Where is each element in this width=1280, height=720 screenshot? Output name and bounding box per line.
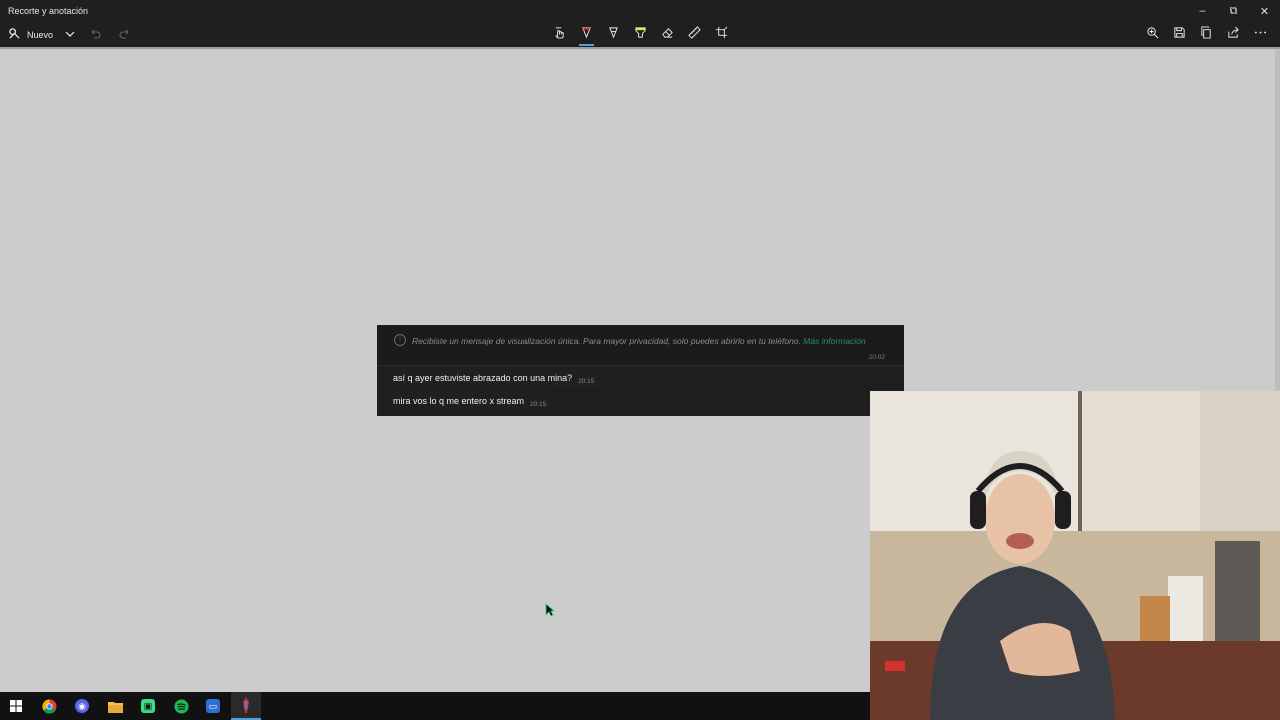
touch-writing-button[interactable] [546, 22, 573, 47]
toolbar: Nuevo [0, 22, 1280, 47]
crop-button[interactable] [708, 22, 735, 47]
info-icon: i [394, 334, 406, 346]
taskbar-android-app[interactable]: ▣ [133, 692, 163, 720]
title-bar: Recorte y anotación – ⧉ ✕ [0, 0, 1280, 22]
message-text: así q ayer estuviste abrazado con una mi… [393, 373, 573, 383]
chrome-icon [41, 698, 57, 714]
zoom-button[interactable] [1139, 22, 1166, 47]
taskbar-spotify[interactable] [166, 692, 196, 720]
webcam-overlay [870, 391, 1280, 720]
pencil-button[interactable] [600, 22, 627, 47]
chat-message: mira vos lo q me entero x stream 20:15 [385, 391, 555, 411]
spotify-icon [173, 698, 189, 714]
highlighter-icon [634, 26, 647, 44]
snip-sketch-icon [243, 697, 249, 713]
notice-time: 20:02 [868, 354, 885, 361]
highlighter-button[interactable] [627, 22, 654, 47]
chat-screenshot: i Recibiste un mensaje de visualización … [377, 325, 904, 416]
chat-message: así q ayer estuviste abrazado con una mi… [385, 368, 603, 388]
close-icon[interactable]: ✕ [1249, 0, 1280, 22]
more-button[interactable] [1247, 22, 1274, 47]
pencil-icon [607, 26, 620, 44]
window-title: Recorte y anotación [8, 6, 89, 16]
new-snip-button[interactable]: Nuevo [8, 27, 53, 42]
zoom-icon [1146, 26, 1159, 44]
copy-button[interactable] [1193, 22, 1220, 47]
ruler-icon [688, 25, 701, 44]
android-app-icon: ▣ [141, 699, 155, 713]
toolbar-divider [0, 47, 1280, 49]
mouse-cursor-icon [545, 603, 556, 622]
crop-icon [715, 26, 728, 44]
view-once-notice: i Recibiste un mensaje de visualización … [377, 325, 904, 366]
save-button[interactable] [1166, 22, 1193, 47]
taskbar-chrome[interactable] [34, 692, 64, 720]
taskbar: ◉ ▣ ▭ [0, 692, 870, 720]
restore-icon[interactable]: ⧉ [1218, 0, 1249, 22]
more-icon [1254, 26, 1267, 44]
message-time: 20:15 [578, 377, 595, 385]
taskbar-snip-sketch[interactable] [231, 692, 261, 720]
minimize-icon[interactable]: – [1187, 0, 1218, 22]
more-info-link[interactable]: Más información [803, 336, 865, 346]
file-explorer-icon [107, 701, 123, 713]
ruler-button[interactable] [681, 22, 708, 47]
share-button[interactable] [1220, 22, 1247, 47]
remote-desktop-icon: ▭ [206, 699, 220, 713]
eraser-button[interactable] [654, 22, 681, 47]
touch-writing-icon [553, 26, 566, 44]
share-icon [1227, 26, 1240, 44]
undo-icon[interactable] [89, 28, 101, 42]
new-label: Nuevo [27, 29, 54, 40]
webcam-image [870, 391, 1280, 720]
ballpoint-pen-icon [580, 26, 593, 44]
taskbar-file-explorer[interactable] [100, 692, 130, 720]
new-snip-icon [8, 27, 21, 42]
taskbar-remote-desktop[interactable]: ▭ [198, 692, 228, 720]
ballpoint-pen-button[interactable] [573, 22, 600, 47]
windows-start-icon [10, 700, 22, 712]
start-button[interactable] [1, 692, 31, 720]
taskbar-discord[interactable]: ◉ [67, 692, 97, 720]
message-text: mira vos lo q me entero x stream [393, 396, 525, 406]
chevron-down-icon[interactable] [65, 29, 75, 41]
eraser-icon [661, 26, 674, 44]
message-time: 20:15 [530, 400, 547, 408]
save-icon [1173, 26, 1186, 44]
redo-icon[interactable] [119, 28, 131, 42]
copy-icon [1200, 25, 1213, 44]
discord-icon: ◉ [75, 699, 89, 713]
notice-text: Recibiste un mensaje de visualización ún… [412, 336, 801, 346]
